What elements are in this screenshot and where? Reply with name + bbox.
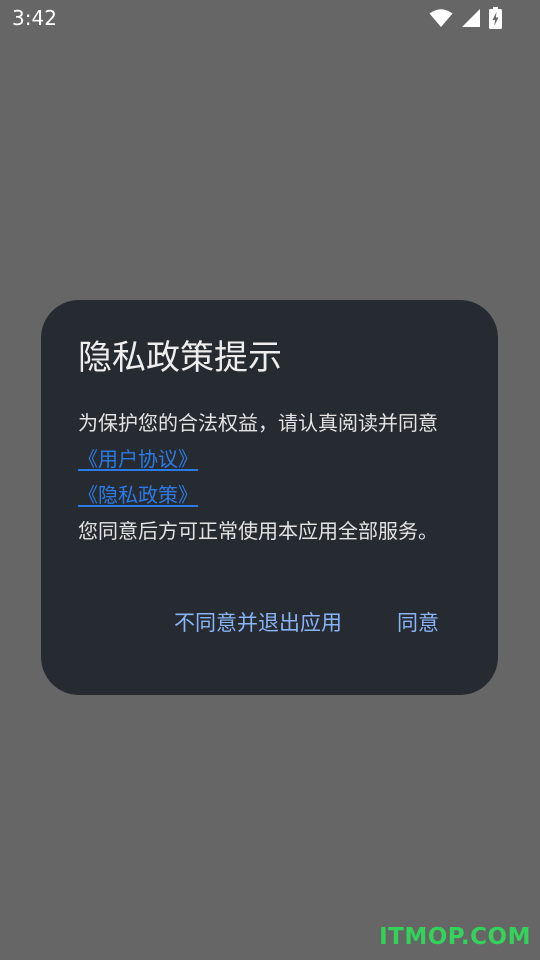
decline-and-exit-button[interactable]: 不同意并退出应用 <box>174 604 342 644</box>
watermark-logo: ITMOP.COM <box>379 924 531 950</box>
battery-charging-icon <box>489 7 502 29</box>
dialog-outro-text: 您同意后方可正常使用本应用全部服务。 <box>78 519 438 543</box>
privacy-policy-dialog: 隐私政策提示 为保护您的合法权益，请认真阅读并同意 《用户协议》 《隐私政策》 … <box>41 300 498 695</box>
wifi-icon <box>429 9 453 27</box>
status-bar: 3:42 <box>0 0 540 36</box>
cell-signal-icon <box>462 9 480 27</box>
dialog-title: 隐私政策提示 <box>78 338 282 378</box>
user-agreement-link[interactable]: 《用户协议》 <box>78 441 478 477</box>
privacy-policy-link[interactable]: 《隐私政策》 <box>78 477 478 513</box>
agree-button[interactable]: 同意 <box>397 604 439 644</box>
status-icons <box>429 7 502 29</box>
status-time: 3:42 <box>12 6 57 30</box>
dialog-body: 为保护您的合法权益，请认真阅读并同意 《用户协议》 《隐私政策》 您同意后方可正… <box>78 405 478 549</box>
dialog-intro-text: 为保护您的合法权益，请认真阅读并同意 <box>78 411 438 435</box>
